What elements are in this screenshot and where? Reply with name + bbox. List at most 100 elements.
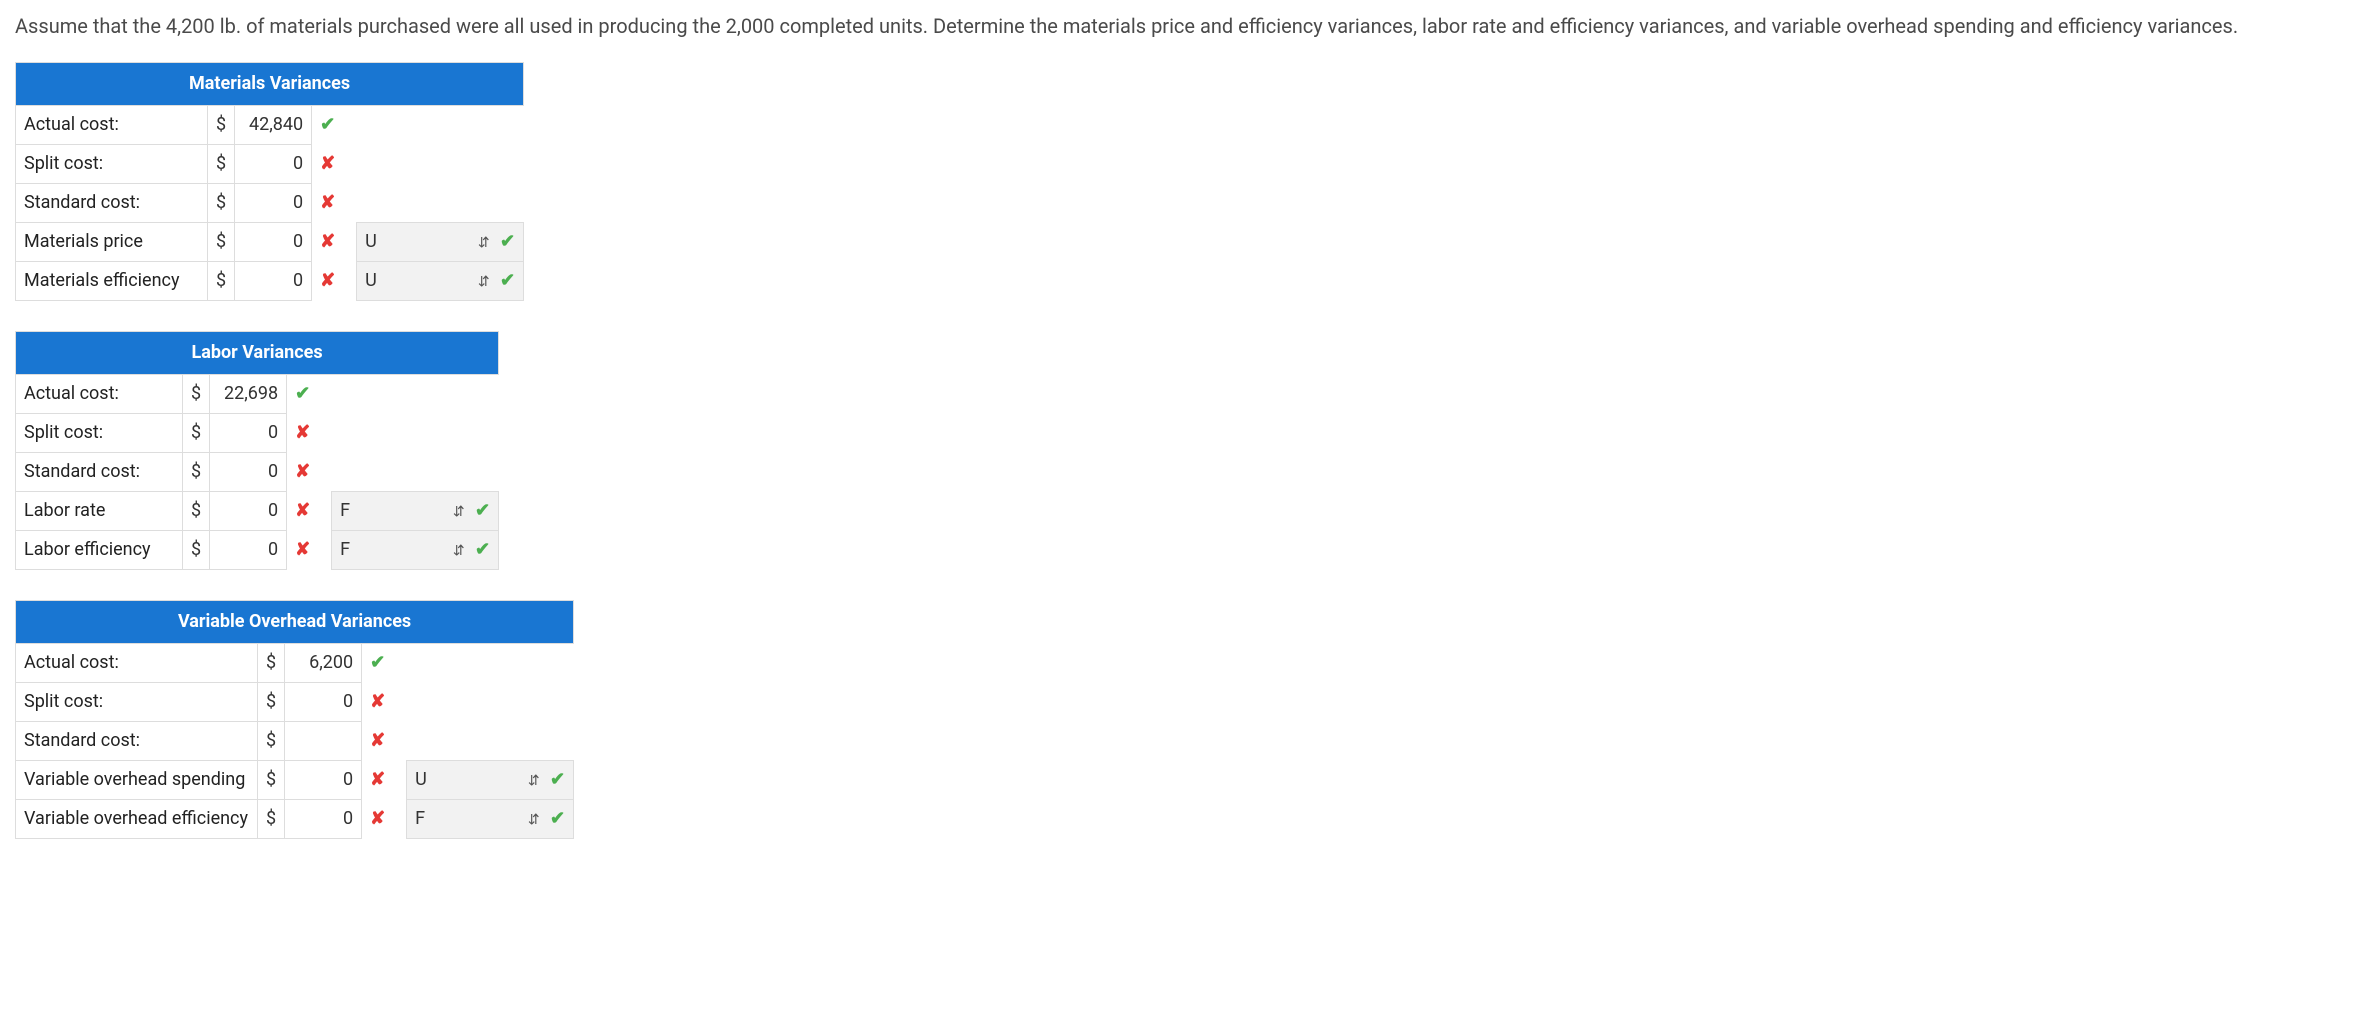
status-icon: ✘ [362, 683, 407, 722]
uf-value: U [365, 231, 377, 252]
labor-title: Labor Variances [16, 332, 499, 375]
cross-icon: ✘ [370, 730, 385, 751]
cross-icon: ✘ [370, 691, 385, 712]
materials-variances-table: Materials Variances Actual cost: $ 42,84… [15, 62, 524, 301]
uf-value: U [365, 270, 377, 291]
sort-icon[interactable]: ⇵ [453, 505, 465, 519]
table-row: Actual cost: $ 6,200 ✔ [16, 644, 574, 683]
row-label: Standard cost: [16, 722, 258, 761]
table-row: Materials efficiency $ 0 ✘ U ⇵ ✔ [16, 262, 524, 301]
value-input[interactable]: 6,200 [285, 644, 362, 683]
value-input[interactable]: 0 [285, 800, 362, 839]
value-input[interactable]: 0 [285, 683, 362, 722]
row-label: Actual cost: [16, 106, 208, 145]
uf-select[interactable]: U ⇵ ✔ [357, 223, 524, 262]
currency: $ [208, 106, 235, 145]
status-icon: ✘ [287, 414, 332, 453]
status-icon: ✘ [287, 453, 332, 492]
status-icon: ✘ [312, 223, 357, 262]
currency: $ [208, 262, 235, 301]
currency: $ [258, 644, 285, 683]
materials-title: Materials Variances [16, 63, 524, 106]
table-row: Split cost: $ 0 ✘ [16, 683, 574, 722]
check-icon: ✔ [370, 652, 385, 673]
currency: $ [258, 722, 285, 761]
table-row: Standard cost: $ ✘ [16, 722, 574, 761]
check-icon: ✔ [295, 383, 310, 404]
cross-icon: ✘ [295, 461, 310, 482]
cross-icon: ✘ [320, 192, 335, 213]
value-input[interactable]: 42,840 [235, 106, 312, 145]
uf-select[interactable]: F ⇵ ✔ [332, 492, 499, 531]
status-icon: ✘ [312, 145, 357, 184]
status-icon: ✘ [362, 722, 407, 761]
check-icon: ✔ [500, 231, 515, 252]
check-icon: ✔ [500, 270, 515, 291]
sort-icon[interactable]: ⇵ [453, 544, 465, 558]
currency: $ [183, 414, 210, 453]
uf-select[interactable]: U ⇵ ✔ [407, 761, 574, 800]
sort-icon[interactable]: ⇵ [528, 813, 540, 827]
table-row: Split cost: $ 0 ✘ [16, 414, 499, 453]
row-label: Standard cost: [16, 184, 208, 223]
currency: $ [258, 683, 285, 722]
uf-value: F [340, 500, 350, 521]
cross-icon: ✘ [295, 539, 310, 560]
value-input[interactable]: 0 [210, 531, 287, 570]
table-row: Actual cost: $ 42,840 ✔ [16, 106, 524, 145]
status-icon: ✘ [287, 531, 332, 570]
check-icon: ✔ [550, 808, 565, 829]
uf-value: F [415, 808, 425, 829]
check-icon: ✔ [320, 114, 335, 135]
labor-variances-table: Labor Variances Actual cost: $ 22,698 ✔ … [15, 331, 499, 570]
status-icon: ✔ [362, 644, 407, 683]
row-label: Split cost: [16, 683, 258, 722]
value-input[interactable]: 0 [235, 184, 312, 223]
sort-icon[interactable]: ⇵ [478, 236, 490, 250]
sort-icon[interactable]: ⇵ [528, 774, 540, 788]
cross-icon: ✘ [320, 231, 335, 252]
value-input[interactable]: 0 [235, 262, 312, 301]
value-input[interactable]: 0 [210, 414, 287, 453]
table-row: Labor efficiency $ 0 ✘ F ⇵ ✔ [16, 531, 499, 570]
uf-select[interactable]: U ⇵ ✔ [357, 262, 524, 301]
value-input[interactable]: 0 [210, 453, 287, 492]
table-row: Split cost: $ 0 ✘ [16, 145, 524, 184]
uf-select[interactable]: F ⇵ ✔ [407, 800, 574, 839]
value-input[interactable]: 0 [235, 223, 312, 262]
value-input[interactable] [285, 722, 362, 761]
currency: $ [183, 453, 210, 492]
status-icon: ✔ [287, 375, 332, 414]
row-label: Labor rate [16, 492, 183, 531]
table-row: Materials price $ 0 ✘ U ⇵ ✔ [16, 223, 524, 262]
row-label: Standard cost: [16, 453, 183, 492]
sort-icon[interactable]: ⇵ [478, 275, 490, 289]
cross-icon: ✘ [320, 270, 335, 291]
table-row: Standard cost: $ 0 ✘ [16, 184, 524, 223]
status-icon: ✘ [312, 184, 357, 223]
uf-select[interactable]: F ⇵ ✔ [332, 531, 499, 570]
question-text: Assume that the 4,200 lb. of materials p… [15, 10, 2341, 42]
table-row: Variable overhead spending $ 0 ✘ U ⇵ ✔ [16, 761, 574, 800]
status-icon: ✘ [312, 262, 357, 301]
currency: $ [183, 375, 210, 414]
value-input[interactable]: 0 [285, 761, 362, 800]
value-input[interactable]: 22,698 [210, 375, 287, 414]
status-icon: ✘ [362, 800, 407, 839]
table-row: Standard cost: $ 0 ✘ [16, 453, 499, 492]
value-input[interactable]: 0 [235, 145, 312, 184]
currency: $ [183, 531, 210, 570]
check-icon: ✔ [475, 539, 490, 560]
overhead-title: Variable Overhead Variances [16, 601, 574, 644]
check-icon: ✔ [475, 500, 490, 521]
row-label: Actual cost: [16, 375, 183, 414]
status-icon: ✘ [362, 761, 407, 800]
value-input[interactable]: 0 [210, 492, 287, 531]
table-row: Actual cost: $ 22,698 ✔ [16, 375, 499, 414]
row-label: Variable overhead spending [16, 761, 258, 800]
overhead-variances-table: Variable Overhead Variances Actual cost:… [15, 600, 574, 839]
row-label: Labor efficiency [16, 531, 183, 570]
check-icon: ✔ [550, 769, 565, 790]
cross-icon: ✘ [370, 808, 385, 829]
status-icon: ✔ [312, 106, 357, 145]
